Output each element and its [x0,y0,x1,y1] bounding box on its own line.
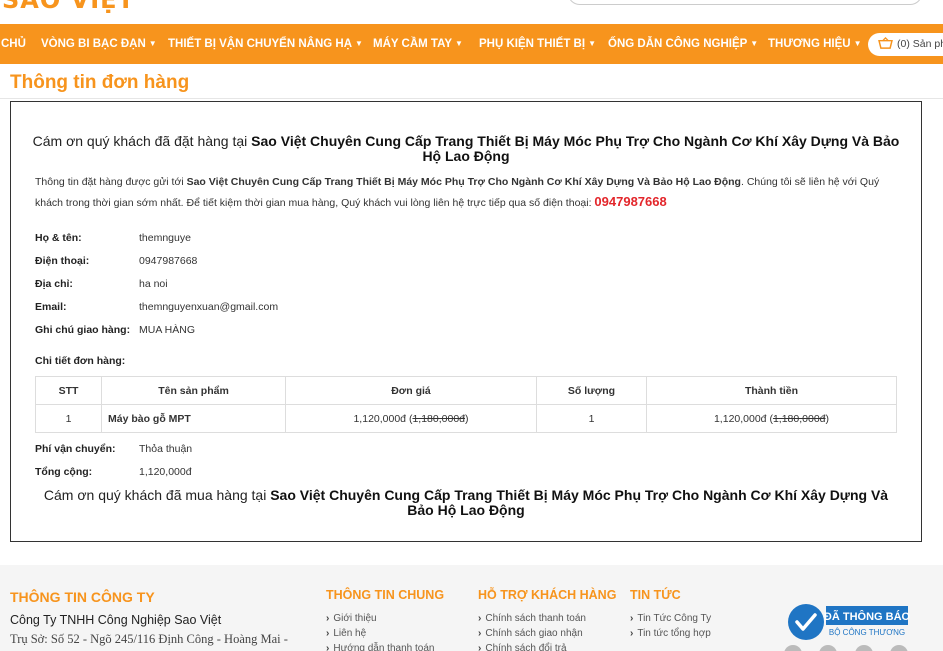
footer-link-general-news[interactable]: › Tin tức tổng hợp [630,628,711,639]
row-qty: 1 [536,404,647,433]
order-items-table: STT Tên sản phẩm Đơn giá Số lượng Thành … [35,376,897,433]
chevron-right-icon: › [630,613,634,624]
phone-value: 0947987668 [139,255,198,267]
top-header: SAO VIỆT [0,0,943,24]
badge-subtitle: BỘ CÔNG THƯƠNG [829,628,905,637]
nav-item-brands[interactable]: THƯƠNG HIỆU ▼ [768,24,862,64]
note-value: MUA HÀNG [139,324,196,336]
row-stt: 1 [35,404,102,433]
chevron-down-icon: ▼ [148,39,157,48]
sum-value: 1,120,000đ [139,466,192,478]
chevron-down-icon: ▼ [355,39,363,48]
email-value: themnguyenxuan@gmail.com [139,301,279,313]
footer-general-title: THÔNG TIN CHUNG [326,588,445,602]
hotline-phone[interactable]: 0947987668 [594,194,666,209]
address-label: Địa chỉ: [35,278,73,290]
nav-item-lifting[interactable]: THIẾT BỊ VẬN CHUYỂN NÂNG HẠ ▼ [168,24,363,64]
chevron-down-icon: ▼ [853,39,862,48]
row-product-name[interactable]: Máy bào gỗ MPT [101,404,286,433]
footer-address: Trụ Sở: Số 52 - Ngõ 245/116 Định Công - … [10,632,288,646]
nav-item-home[interactable]: CHỦ [1,24,26,64]
footer-link-company-news[interactable]: › Tin Tức Công Ty [630,613,711,624]
col-product: Tên sản phẩm [101,376,286,405]
table-row: 1 Máy bào gỗ MPT 1,120,000đ (1,180,000đ)… [35,404,897,433]
cart-button[interactable]: (0) Sản phẩm [868,33,943,56]
note-label: Ghi chú giao hàng: [35,324,131,336]
table-header-row: STT Tên sản phẩm Đơn giá Số lượng Thành … [35,376,897,405]
col-qty: Số lượng [536,376,647,405]
main-nav: CHỦ VÒNG BI BẠC ĐẠN ▼ THIẾT BỊ VẬN CHUYỂN… [0,24,943,64]
nav-item-bearings[interactable]: VÒNG BI BẠC ĐẠN ▼ [41,24,157,64]
chevron-down-icon: ▼ [588,39,596,48]
row-total: 1,120,000đ (1,180,000đ) [646,404,897,433]
col-total: Thành tiền [646,376,897,405]
shipping-value: Thỏa thuận [139,443,193,455]
col-stt: STT [35,376,102,405]
chevron-right-icon: › [478,613,482,624]
chevron-right-icon: › [478,643,482,651]
chevron-right-icon: › [326,613,330,624]
footer-link-payment-guide[interactable]: › Hướng dẫn thanh toán [326,643,434,651]
chevron-right-icon: › [326,643,330,651]
name-value: themnguye [139,232,191,244]
search-input[interactable] [568,0,922,5]
nav-item-handheld[interactable]: MÁY CẦM TAY ▼ [373,24,463,64]
address-value: ha noi [139,278,168,290]
footer-support-title: HỖ TRỢ KHÁCH HÀNG [478,588,617,602]
footer-company-name: Công Ty TNHH Công Nghiệp Sao Việt [10,613,222,627]
footer-link-return-policy[interactable]: › Chính sách đổi trả [478,643,567,651]
twitter-icon[interactable] [819,645,837,651]
site-footer: THÔNG TIN CÔNG TY Công Ty TNHH Công Nghi… [0,565,943,651]
footer-link-contact[interactable]: › Liên hệ [326,628,366,639]
footer-company-title: THÔNG TIN CÔNG TY [10,589,155,605]
sum-label: Tổng cộng: [35,466,93,478]
chevron-down-icon: ▼ [750,39,759,48]
chevron-right-icon: › [630,628,634,639]
thanks-message-bottom: Cám ơn quý khách đã mua hàng tại Sao Việ… [43,487,889,518]
site-logo[interactable]: SAO VIỆT [2,0,135,14]
page-title: Thông tin đơn hàng [10,72,190,93]
row-old-price: 1,180,000đ [412,412,466,425]
footer-link-delivery-policy[interactable]: › Chính sách giao nhận [478,628,583,639]
order-details-label: Chi tiết đơn hàng: [35,355,126,367]
divider [0,98,943,99]
phone-label: Điện thoại: [35,255,90,267]
order-info-paragraph: Thông tin đặt hàng được gửi tới Sao Việt… [35,176,880,209]
shipping-label: Phí vận chuyển: [35,443,116,455]
nav-item-pipes[interactable]: ỐNG DẪN CÔNG NGHIỆP ▼ [608,24,758,64]
thanks-message: Cám ơn quý khách đã đặt hàng tại Sao Việ… [32,133,900,164]
footer-link-payment-policy[interactable]: › Chính sách thanh toán [478,613,586,624]
nav-item-accessories[interactable]: PHỤ KIỆN THIẾT BỊ ▼ [479,24,596,64]
badge-title: ĐÃ THÔNG BÁO [824,610,911,623]
footer-news-title: TIN TỨC [630,588,681,602]
footer-link-about[interactable]: › Giới thiệu [326,613,377,624]
name-label: Họ & tên: [35,232,82,244]
youtube-icon[interactable] [890,645,908,651]
row-price: 1,120,000đ (1,180,000đ) [285,404,537,433]
col-price: Đơn giá [285,376,537,405]
basket-icon [878,37,893,49]
email-label: Email: [35,301,67,313]
facebook-icon[interactable] [784,645,802,651]
order-summary-box: Cám ơn quý khách đã đặt hàng tại Sao Việ… [10,101,922,542]
chevron-right-icon: › [478,628,482,639]
chevron-down-icon: ▼ [455,39,463,48]
cart-label: (0) Sản phẩm [897,38,943,50]
chevron-right-icon: › [326,628,330,639]
row-old-total: 1,180,000đ [772,412,826,425]
google-plus-icon[interactable] [855,645,873,651]
ministry-registered-badge[interactable]: ĐÃ THÔNG BÁO BỘ CÔNG THƯƠNG [786,601,912,641]
